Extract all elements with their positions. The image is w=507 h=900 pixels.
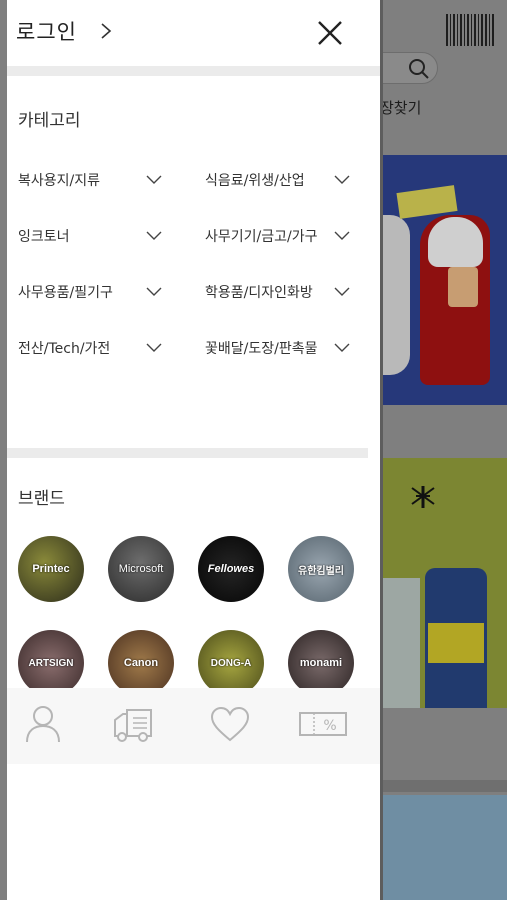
- chevron-down-icon: [146, 175, 162, 184]
- chevron-right-icon: [101, 23, 112, 39]
- user-icon[interactable]: [21, 704, 65, 744]
- brand-artsign[interactable]: ARTSIGN: [18, 630, 84, 696]
- category-label: 잉크토너: [18, 229, 70, 245]
- brand-microsoft[interactable]: Microsoft: [108, 536, 174, 602]
- category-item[interactable]: 사무용품/필기구: [18, 282, 163, 302]
- category-label: 꽃배달/도장/판촉물: [205, 341, 318, 357]
- divider: [7, 66, 380, 76]
- category-title: 카테고리: [18, 111, 81, 131]
- chevron-down-icon: [334, 231, 350, 240]
- side-drawer: 로그인 카테고리 복사용지/지류 식음료/위생/산업 잉크토너 사무기기/금고/…: [7, 0, 380, 900]
- search-icon: [409, 59, 429, 79]
- login-label: 로그인: [16, 20, 77, 44]
- category-label: 식음료/위생/산업: [205, 173, 305, 189]
- brand-dong-a[interactable]: DONG-A: [198, 630, 264, 696]
- brand-printec[interactable]: Printec: [18, 536, 84, 602]
- mosquito-icon: [411, 486, 435, 508]
- chevron-down-icon: [334, 175, 350, 184]
- login-link[interactable]: 로그인: [16, 16, 113, 46]
- category-item[interactable]: 전산/Tech/가전: [18, 338, 163, 358]
- barcode-icon: [446, 14, 494, 46]
- bottom-banner: [380, 795, 507, 900]
- category-item[interactable]: 잉크토너: [18, 226, 163, 246]
- category-item[interactable]: 학용품/디자인화방: [205, 282, 351, 302]
- category-label: 전산/Tech/가전: [18, 341, 111, 357]
- coupon-icon[interactable]: %: [297, 704, 349, 744]
- coffee-machine-banner: [380, 155, 507, 405]
- chevron-down-icon: [146, 231, 162, 240]
- chevron-down-icon: [146, 343, 162, 352]
- chevron-down-icon: [334, 287, 350, 296]
- chevron-down-icon: [334, 343, 350, 352]
- category-list: 복사용지/지류 식음료/위생/산업 잉크토너 사무기기/금고/가구 사무용품/필…: [7, 136, 380, 368]
- bottom-shortcut-bar: %: [7, 688, 380, 764]
- heart-icon[interactable]: [208, 704, 252, 744]
- insect-spray-banner: [380, 458, 507, 708]
- store-locator-label: 장찾기: [380, 99, 422, 117]
- svg-text:%: %: [323, 718, 336, 734]
- category-item[interactable]: 꽃배달/도장/판촉물: [205, 338, 351, 358]
- drawer-header: 로그인: [7, 0, 380, 66]
- category-label: 복사용지/지류: [18, 173, 100, 189]
- brand-canon[interactable]: Canon: [108, 630, 174, 696]
- brand-yuhan-kimberly[interactable]: 유한킴벌리: [288, 536, 354, 602]
- category-item[interactable]: 식음료/위생/산업: [205, 170, 351, 190]
- category-label: 사무용품/필기구: [18, 285, 113, 301]
- brand-monami[interactable]: monami: [288, 630, 354, 696]
- category-label: 사무기기/금고/가구: [205, 229, 318, 245]
- category-label: 학용품/디자인화방: [205, 285, 313, 301]
- chevron-down-icon: [146, 287, 162, 296]
- brand-title: 브랜드: [18, 489, 65, 509]
- divider: [7, 448, 368, 458]
- category-item[interactable]: 사무기기/금고/가구: [205, 226, 351, 246]
- brand-fellowes[interactable]: Fellowes: [198, 536, 264, 602]
- delivery-truck-icon[interactable]: [111, 704, 155, 744]
- close-icon[interactable]: [315, 18, 345, 48]
- category-item[interactable]: 복사용지/지류: [18, 170, 163, 190]
